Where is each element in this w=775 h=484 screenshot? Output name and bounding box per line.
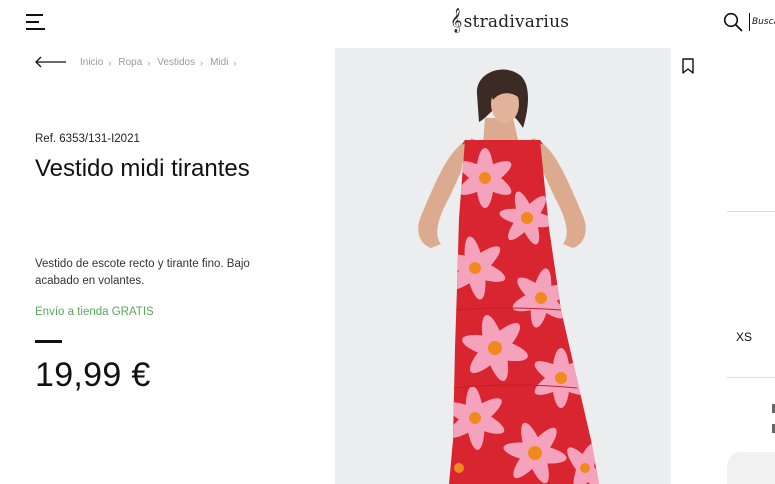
product-reference: Ref. 6353/131-I2021 xyxy=(35,133,140,145)
logo-text: stradivarius xyxy=(463,12,570,32)
product-price: 19,99 € xyxy=(35,356,151,394)
chevron-right-icon: › xyxy=(200,57,204,68)
breadcrumb-item-vestidos[interactable]: Vestidos › xyxy=(157,57,210,68)
shipping-info: Envío a tienda GRATIS xyxy=(35,306,154,318)
back-arrow-icon[interactable] xyxy=(35,56,67,68)
search-input[interactable] xyxy=(749,13,775,31)
chevron-right-icon: › xyxy=(147,57,151,68)
brand-logo[interactable]: 𝄞stradivarius xyxy=(450,8,569,33)
size-option-xs[interactable]: XS xyxy=(736,330,752,344)
price-divider xyxy=(35,340,62,343)
product-image[interactable] xyxy=(335,48,671,484)
chevron-right-icon: › xyxy=(233,57,237,68)
add-to-cart-button[interactable] xyxy=(727,452,775,484)
breadcrumb-item-ropa[interactable]: Ropa › xyxy=(118,57,157,68)
panel-divider xyxy=(727,377,775,378)
chevron-right-icon: › xyxy=(108,57,112,68)
breadcrumb-item-midi[interactable]: Midi › xyxy=(210,57,243,68)
product-title: Vestido midi tirantes xyxy=(35,155,250,182)
bookmark-icon[interactable] xyxy=(681,58,695,74)
search-icon[interactable] xyxy=(723,12,743,32)
breadcrumb: Inicio › Ropa › Vestidos › Midi › xyxy=(80,57,243,68)
panel-divider xyxy=(727,211,775,212)
product-description: Vestido de escote recto y tirante fino. … xyxy=(35,258,250,287)
breadcrumb-item-inicio[interactable]: Inicio › xyxy=(80,57,118,68)
hamburger-menu-icon[interactable] xyxy=(26,14,45,31)
